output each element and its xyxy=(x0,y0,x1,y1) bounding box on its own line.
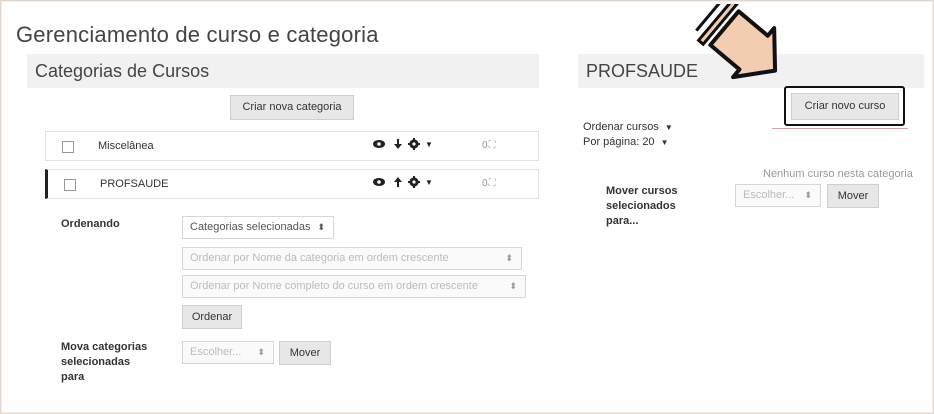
select-arrow-icon: ⬍ xyxy=(505,253,513,263)
page-title: Gerenciamento de curso e categoria xyxy=(16,22,379,47)
move-courses-button[interactable]: Mover xyxy=(827,184,879,208)
graduation-cap-icon: ⛶ xyxy=(488,140,496,151)
move-courses-select[interactable]: Escolher... ⬍ xyxy=(735,184,821,207)
graduation-cap-icon: ⛶ xyxy=(488,178,496,189)
select-arrow-icon: ⬍ xyxy=(317,222,325,232)
sort-button[interactable]: Ordenar xyxy=(182,305,242,329)
move-categories-select[interactable]: Escolher... ⬍ xyxy=(182,341,274,364)
caret-down-icon: ▼ xyxy=(664,123,673,132)
eye-icon[interactable] xyxy=(372,138,386,154)
category-checkbox[interactable] xyxy=(62,141,74,153)
sorting-select[interactable]: Categorias selecionadas ⬍ xyxy=(182,216,334,239)
course-count: 0⛶ xyxy=(482,140,496,151)
select-arrow-icon: ⬍ xyxy=(804,190,812,200)
sort-by-category-select[interactable]: Ordenar por Nome da categoria em ordem c… xyxy=(182,247,522,270)
per-page-menu[interactable]: Por página: 20 ▼ xyxy=(583,136,669,148)
sort-by-course-select[interactable]: Ordenar por Nome completo do curso em or… xyxy=(182,275,526,298)
underline-divider xyxy=(772,128,908,129)
highlight-box xyxy=(784,86,905,126)
sorting-label: Ordenando xyxy=(61,218,120,230)
course-count: 0⛶ xyxy=(482,178,496,189)
select-arrow-icon: ⬍ xyxy=(257,347,265,357)
category-row[interactable]: PROFSAUDE ▼ 0⛶ xyxy=(45,169,539,199)
move-courses-label: Mover cursos selecionados para... xyxy=(606,185,678,227)
no-courses-message: Nenhum curso nesta categoria xyxy=(763,168,913,180)
category-checkbox[interactable] xyxy=(64,179,76,191)
chevron-down-icon[interactable]: ▼ xyxy=(425,137,433,153)
chevron-down-icon[interactable]: ▼ xyxy=(425,175,433,191)
arrow-down-icon[interactable] xyxy=(393,138,403,154)
categories-heading: Categorias de Cursos xyxy=(27,54,539,88)
create-category-button[interactable]: Criar nova categoria xyxy=(230,95,354,120)
eye-icon[interactable] xyxy=(372,176,386,192)
sort-courses-menu[interactable]: Ordenar cursos ▼ xyxy=(583,121,673,133)
pointing-hand-icon xyxy=(688,0,798,91)
caret-down-icon: ▼ xyxy=(660,138,669,147)
move-categories-label: Mova categorias selecionadas para xyxy=(61,341,148,383)
category-name[interactable]: Miscelânea xyxy=(98,140,154,152)
arrow-up-icon[interactable] xyxy=(393,176,403,192)
category-name[interactable]: PROFSAUDE xyxy=(100,178,168,190)
gear-icon[interactable] xyxy=(408,176,420,192)
select-arrow-icon: ⬍ xyxy=(509,281,517,291)
move-categories-button[interactable]: Mover xyxy=(279,341,331,365)
category-row[interactable]: Miscelânea ▼ 0⛶ xyxy=(45,131,539,161)
gear-icon[interactable] xyxy=(408,138,420,154)
